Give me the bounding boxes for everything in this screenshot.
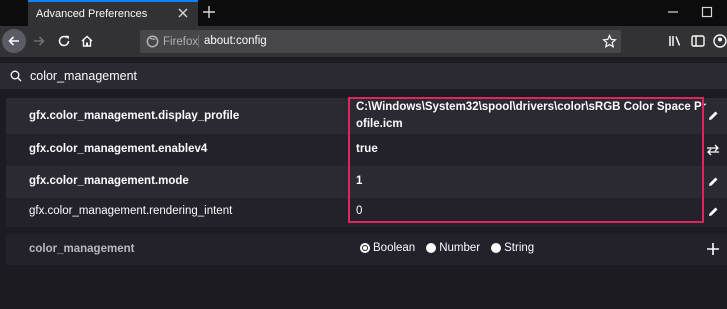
back-button[interactable]	[2, 29, 26, 53]
identity-label: Firefox	[163, 35, 199, 48]
pref-type-radio-group: Boolean Number String	[360, 242, 534, 254]
edit-button[interactable]	[702, 201, 724, 223]
tab-title: Advanced Preferences	[36, 8, 148, 20]
identity-box[interactable]: Firefox	[146, 34, 198, 49]
arrow-left-icon	[8, 36, 19, 46]
toggle-icon	[707, 144, 719, 156]
radio-label: Boolean	[373, 242, 416, 254]
pref-name: gfx.color_management.display_profile	[29, 110, 240, 122]
pref-value: C:\Windows\System32\spool\drivers\color\…	[356, 101, 707, 113]
search-icon	[10, 70, 22, 82]
library-icon[interactable]	[667, 33, 683, 49]
toggle-button[interactable]	[702, 139, 724, 161]
url-text[interactable]: about:config	[204, 35, 267, 47]
edit-icon	[709, 177, 718, 186]
pref-value: 1	[356, 175, 363, 187]
radio-icon	[426, 243, 437, 253]
minimize-icon[interactable]	[666, 5, 680, 19]
home-button[interactable]	[78, 32, 96, 50]
bookmark-star-icon[interactable]	[602, 34, 617, 49]
add-button[interactable]	[702, 238, 724, 260]
new-pref-name: color_management	[29, 243, 135, 255]
arrow-right-icon	[34, 36, 45, 46]
firefox-icon	[146, 35, 159, 48]
new-tab-icon[interactable]	[202, 5, 216, 19]
add-preference-row: color_management Boolean Number String	[6, 234, 727, 265]
pref-value: true	[356, 143, 378, 155]
pref-name: gfx.color_management.enablev4	[29, 143, 208, 155]
forward-button[interactable]	[30, 32, 48, 50]
tab-advanced-preferences[interactable]: Advanced Preferences	[28, 0, 198, 26]
home-icon	[81, 35, 93, 47]
search-input[interactable]: color_management	[30, 69, 137, 83]
radio-checked-icon	[360, 243, 370, 253]
radio-string[interactable]: String	[491, 242, 534, 254]
account-icon[interactable]	[712, 33, 727, 49]
close-icon[interactable]	[176, 6, 190, 20]
preference-search-field[interactable]: color_management	[0, 63, 727, 89]
url-separator	[198, 35, 199, 48]
preferences-table: gfx.color_management.display_profile C:\…	[6, 98, 727, 227]
table-row: gfx.color_management.display_profile C:\…	[6, 98, 727, 134]
reload-icon	[58, 35, 70, 47]
edit-icon	[709, 111, 718, 120]
tab-strip: Advanced Preferences	[0, 0, 727, 26]
maximize-icon[interactable]	[700, 5, 714, 19]
edit-button[interactable]	[702, 105, 724, 127]
pref-value-continued: ofile.icm	[356, 118, 403, 130]
pref-value: 0	[356, 205, 363, 217]
edit-icon	[709, 207, 718, 216]
pref-name: gfx.color_management.rendering_intent	[29, 205, 233, 217]
reload-button[interactable]	[55, 32, 73, 50]
radio-number[interactable]: Number	[426, 242, 480, 254]
table-row: gfx.color_management.rendering_intent 0	[6, 198, 727, 227]
sidebar-icon[interactable]	[690, 33, 706, 49]
radio-label: String	[504, 242, 535, 254]
radio-icon	[491, 243, 502, 253]
radio-label: Number	[439, 242, 481, 254]
navigation-toolbar: Firefox about:config	[0, 26, 727, 57]
table-row: gfx.color_management.enablev4 true	[6, 134, 727, 166]
url-bar[interactable]: Firefox about:config	[140, 30, 621, 53]
table-row: gfx.color_management.mode 1	[6, 166, 727, 198]
plus-icon	[707, 243, 719, 255]
radio-boolean[interactable]: Boolean	[360, 242, 415, 254]
edit-button[interactable]	[702, 171, 724, 193]
pref-name: gfx.color_management.mode	[29, 175, 189, 187]
